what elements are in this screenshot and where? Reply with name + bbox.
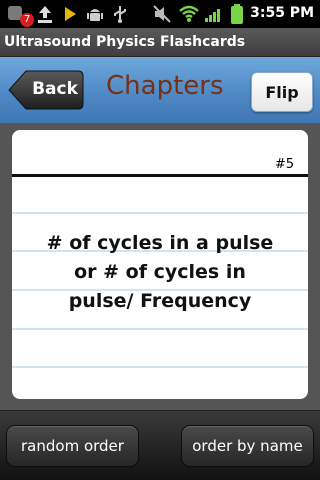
android-icon: [87, 9, 103, 21]
usb-icon: [114, 6, 126, 23]
flip-label: Flip: [265, 83, 299, 102]
wifi-icon: [179, 5, 199, 22]
status-bar: 7 3:55 PM: [0, 0, 320, 28]
battery-icon: [231, 4, 243, 24]
app-title: Ultrasound Physics Flashcards: [4, 34, 246, 50]
mute-icon: [153, 5, 171, 23]
order-by-name-label: order by name: [192, 437, 303, 455]
status-time: 3:55 PM: [250, 5, 314, 21]
play-store-icon: [65, 7, 76, 21]
upload-icon: [38, 6, 52, 23]
notification-badge-icon: 7: [6, 4, 34, 27]
random-order-label: random order: [21, 437, 124, 455]
back-button[interactable]: Back: [8, 70, 84, 110]
flashcard[interactable]: #5 # of cycles in a pulse or # of cycles…: [12, 130, 308, 399]
notification-count: 7: [20, 13, 34, 27]
order-by-name-button[interactable]: order by name: [181, 425, 314, 467]
bottom-bar: random order order by name: [0, 410, 320, 480]
signal-icon: [205, 9, 220, 22]
back-label: Back: [32, 79, 78, 99]
app-title-bar: Ultrasound Physics Flashcards: [0, 28, 320, 57]
card-number: #5: [274, 157, 294, 172]
random-order-button[interactable]: random order: [6, 425, 139, 467]
flip-button[interactable]: Flip: [251, 72, 313, 112]
chapters-title: Chapters: [106, 71, 224, 101]
card-text: # of cycles in a pulse or # of cycles in…: [46, 232, 274, 312]
toolbar: Back Chapters Flip: [0, 57, 320, 123]
card-area: #5 # of cycles in a pulse or # of cycles…: [0, 123, 320, 410]
